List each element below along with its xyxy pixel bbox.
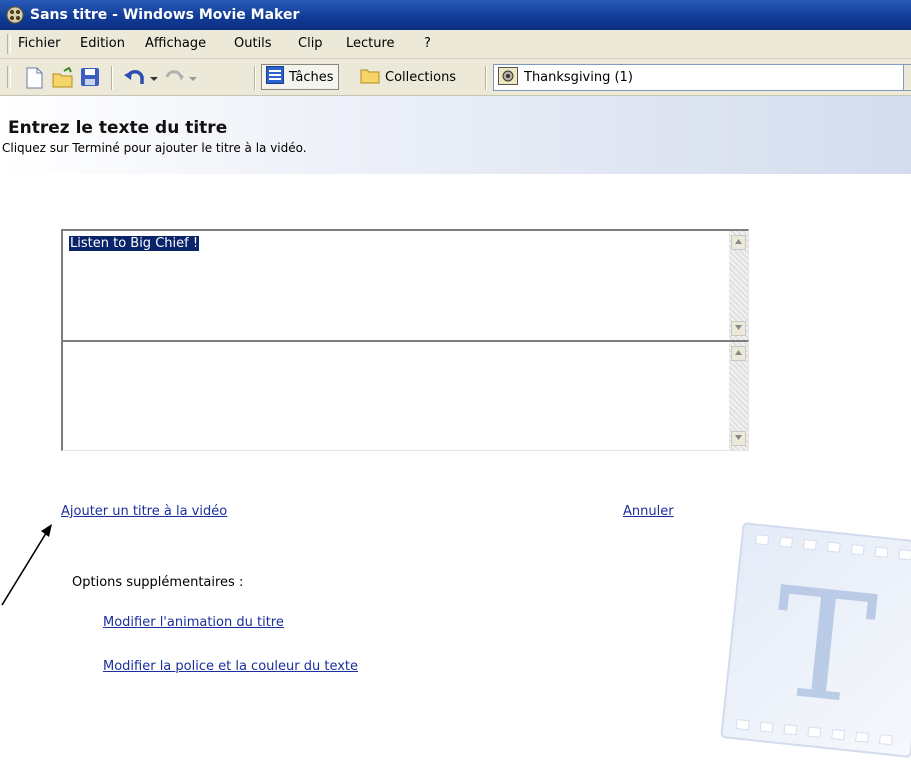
options-heading: Options supplémentaires : — [72, 575, 244, 590]
task-header: Entrez le texte du titre Cliquez sur Ter… — [0, 96, 911, 174]
menu-bar: Fichier Edition Affichage Outils Clip Le… — [0, 30, 911, 59]
redo-icon[interactable] — [163, 67, 199, 89]
collection-value: Thanksgiving (1) — [524, 70, 633, 85]
save-disk-icon[interactable] — [80, 67, 102, 89]
menu-grip — [7, 34, 11, 54]
watermark-letter: T — [764, 555, 882, 739]
collections-button[interactable]: Collections — [356, 64, 460, 90]
scroll-up-button[interactable] — [731, 235, 746, 250]
menu-affichage[interactable]: Affichage — [145, 36, 206, 51]
title-text-input[interactable]: Listen to Big Chief ! — [61, 229, 749, 341]
dropdown-arrow-icon[interactable] — [903, 65, 911, 90]
annotation-arrow-icon — [1, 524, 52, 606]
tasks-button[interactable]: Tâches — [261, 64, 339, 90]
collections-folder-icon — [360, 66, 380, 88]
collection-dropdown[interactable]: Thanksgiving (1) — [493, 64, 911, 91]
open-folder-icon[interactable] — [52, 67, 74, 89]
toolbar-separator — [485, 66, 487, 90]
menu-lecture[interactable]: Lecture — [346, 36, 395, 51]
menu-edition[interactable]: Edition — [80, 36, 125, 51]
page-title: Entrez le texte du titre — [8, 118, 228, 138]
toolbar-separator — [254, 66, 256, 90]
new-document-icon[interactable] — [24, 67, 46, 89]
page-subtitle: Cliquez sur Terminé pour ajouter le titr… — [2, 141, 307, 155]
tasks-list-icon — [266, 66, 284, 88]
vertical-scrollbar[interactable] — [729, 231, 748, 340]
add-title-link[interactable]: Ajouter un titre à la vidéo — [61, 504, 227, 519]
toolbar-separator — [111, 66, 113, 90]
window-title: Sans titre - Windows Movie Maker — [30, 7, 300, 23]
change-font-color-link[interactable]: Modifier la police et la couleur du text… — [103, 659, 358, 674]
movie-maker-icon — [6, 6, 24, 24]
title-text-content: Listen to Big Chief ! — [69, 236, 200, 251]
title-bar: Sans titre - Windows Movie Maker — [0, 0, 911, 30]
menu-clip[interactable]: Clip — [298, 36, 323, 51]
undo-icon[interactable] — [124, 67, 160, 89]
tasks-label: Tâches — [289, 69, 334, 85]
subtitle-text-input[interactable] — [61, 340, 749, 451]
menu-help[interactable]: ? — [424, 36, 431, 51]
title-film-watermark-icon: T — [720, 522, 911, 758]
menu-outils[interactable]: Outils — [234, 36, 272, 51]
scroll-down-button[interactable] — [731, 431, 746, 446]
cancel-link[interactable]: Annuler — [623, 504, 674, 519]
toolbar-grip — [7, 66, 11, 88]
vertical-scrollbar[interactable] — [729, 342, 748, 450]
collections-label: Collections — [385, 69, 457, 85]
collection-film-icon — [498, 66, 518, 89]
selected-title-text: Listen to Big Chief ! — [69, 236, 200, 251]
scroll-up-button[interactable] — [731, 346, 746, 361]
scroll-down-button[interactable] — [731, 321, 746, 336]
menu-fichier[interactable]: Fichier — [18, 36, 61, 51]
change-animation-link[interactable]: Modifier l'animation du titre — [103, 615, 284, 630]
toolbar: Tâches Collections Thanksgiving (1) — [0, 59, 911, 96]
